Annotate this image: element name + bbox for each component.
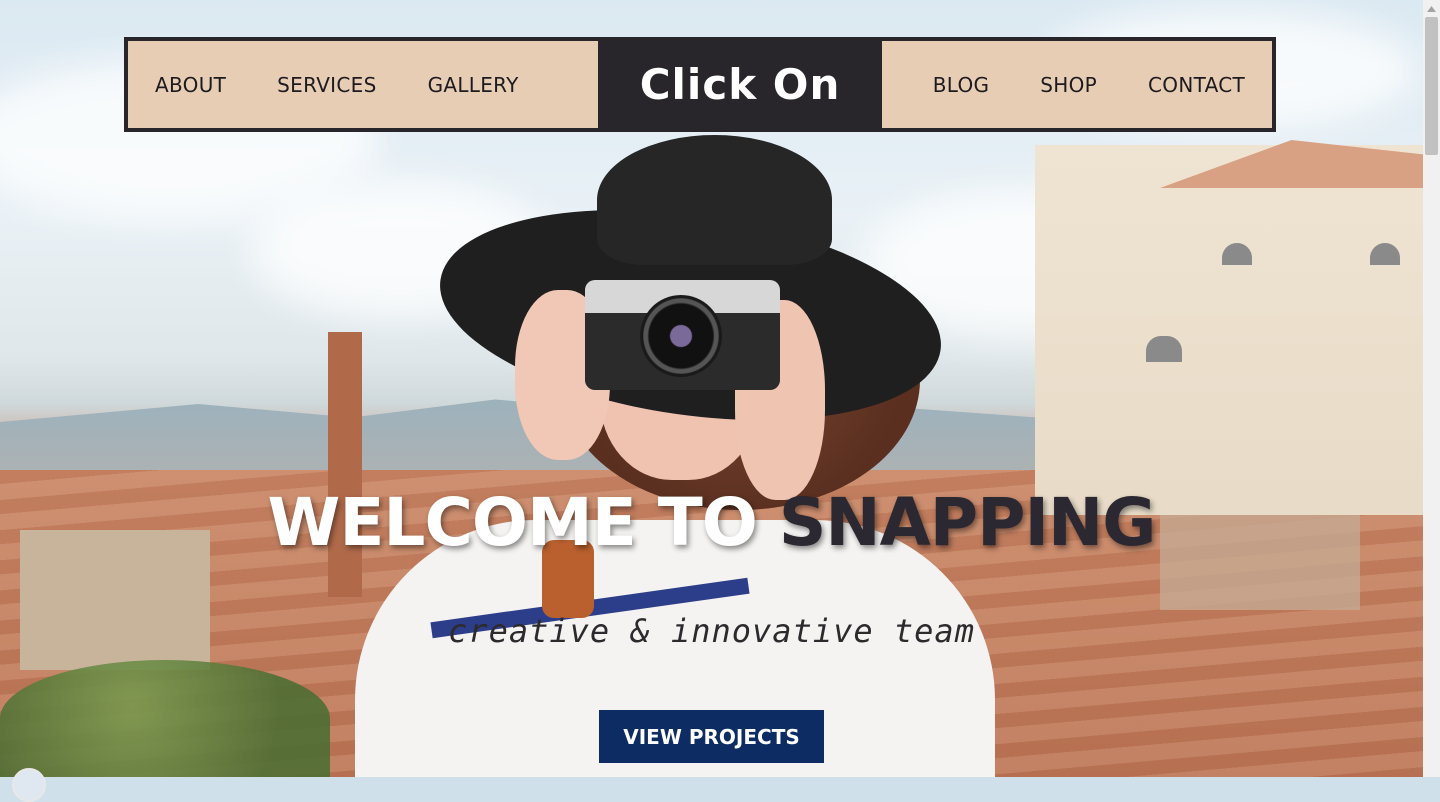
headline-welcome: WELCOME TO [267,484,758,561]
view-projects-button[interactable]: VIEW PROJECTS [599,710,824,763]
site-logo[interactable]: Click On [598,41,882,128]
nav-right-group: BLOG SHOP CONTACT [882,41,1272,128]
nav-left-group: ABOUT SERVICES GALLERY [128,41,598,128]
scroll-up-arrow-icon[interactable] [1423,0,1440,17]
nav-item-blog[interactable]: BLOG [933,73,990,97]
nav-item-gallery[interactable]: GALLERY [428,73,519,97]
headline-snapping: SNAPPING [778,484,1157,561]
chat-widget-icon[interactable] [12,768,46,802]
logo-text: Click On [639,60,841,109]
nav-item-services[interactable]: SERVICES [277,73,376,97]
nav-item-about[interactable]: ABOUT [155,73,226,97]
hero-tagline: creative & innovative team [448,612,975,650]
scrollbar-thumb[interactable] [1425,17,1438,155]
nav-item-contact[interactable]: CONTACT [1148,73,1245,97]
hero-headline: WELCOME TO SNAPPING [0,484,1423,561]
main-navigation: ABOUT SERVICES GALLERY Click On BLOG SHO… [124,37,1276,132]
page-scrollbar[interactable] [1423,0,1440,777]
nav-item-shop[interactable]: SHOP [1040,73,1097,97]
